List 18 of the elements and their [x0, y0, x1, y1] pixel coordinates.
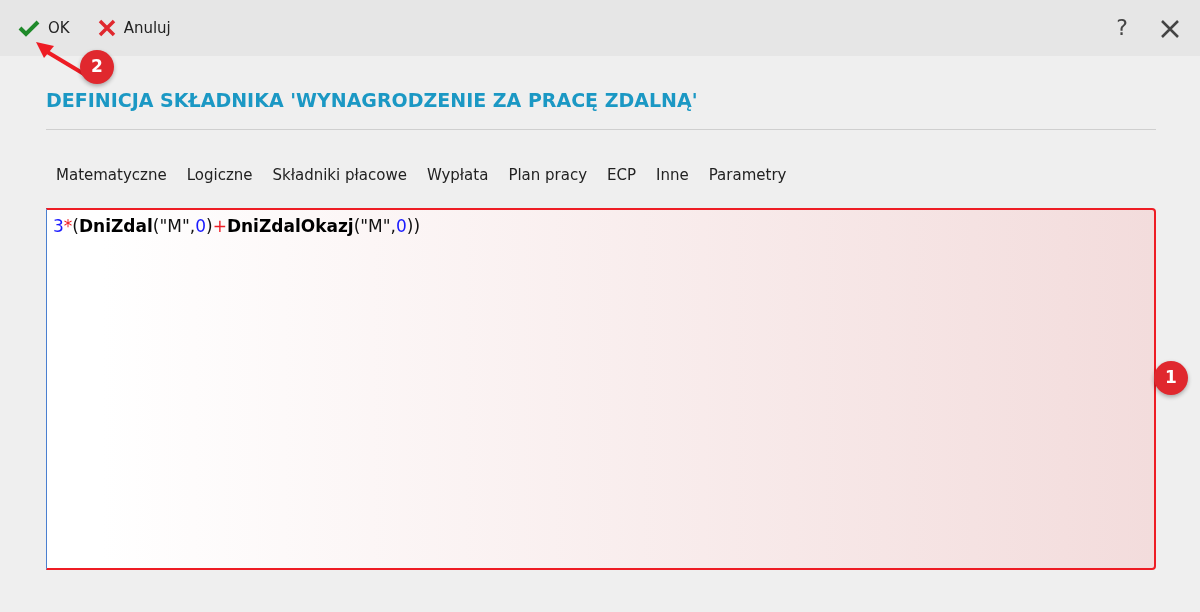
- checkmark-icon: [18, 19, 40, 37]
- tab[interactable]: Wypłata: [416, 159, 499, 190]
- tab[interactable]: Inne: [646, 159, 699, 190]
- tab[interactable]: Plan pracy: [498, 159, 598, 190]
- formula-text: 3*(DniZdal("M",0)+DniZdalOkazj("M",0)): [53, 215, 422, 238]
- callout-badge: 2: [80, 50, 114, 84]
- tab[interactable]: Parametry: [698, 159, 797, 190]
- cancel-button[interactable]: Anuluj: [91, 12, 177, 44]
- ok-button[interactable]: OK: [12, 12, 76, 44]
- help-button[interactable]: ?: [1108, 13, 1136, 43]
- formula-editor[interactable]: 3*(DniZdal("M",0)+DniZdalOkazj("M",0)): [46, 208, 1156, 570]
- dialog-title: DEFINICJA SKŁADNIKA 'WYNAGRODZENIE ZA PRACĘ ZDALNĄ': [46, 88, 699, 113]
- tab[interactable]: Składniki płacowe: [262, 159, 417, 190]
- callout-badge: 1: [1154, 361, 1188, 395]
- tab[interactable]: ECP: [597, 159, 647, 190]
- tab[interactable]: Matematyczne: [46, 159, 177, 190]
- tab[interactable]: Logiczne: [176, 159, 263, 190]
- cross-icon: [97, 19, 116, 37]
